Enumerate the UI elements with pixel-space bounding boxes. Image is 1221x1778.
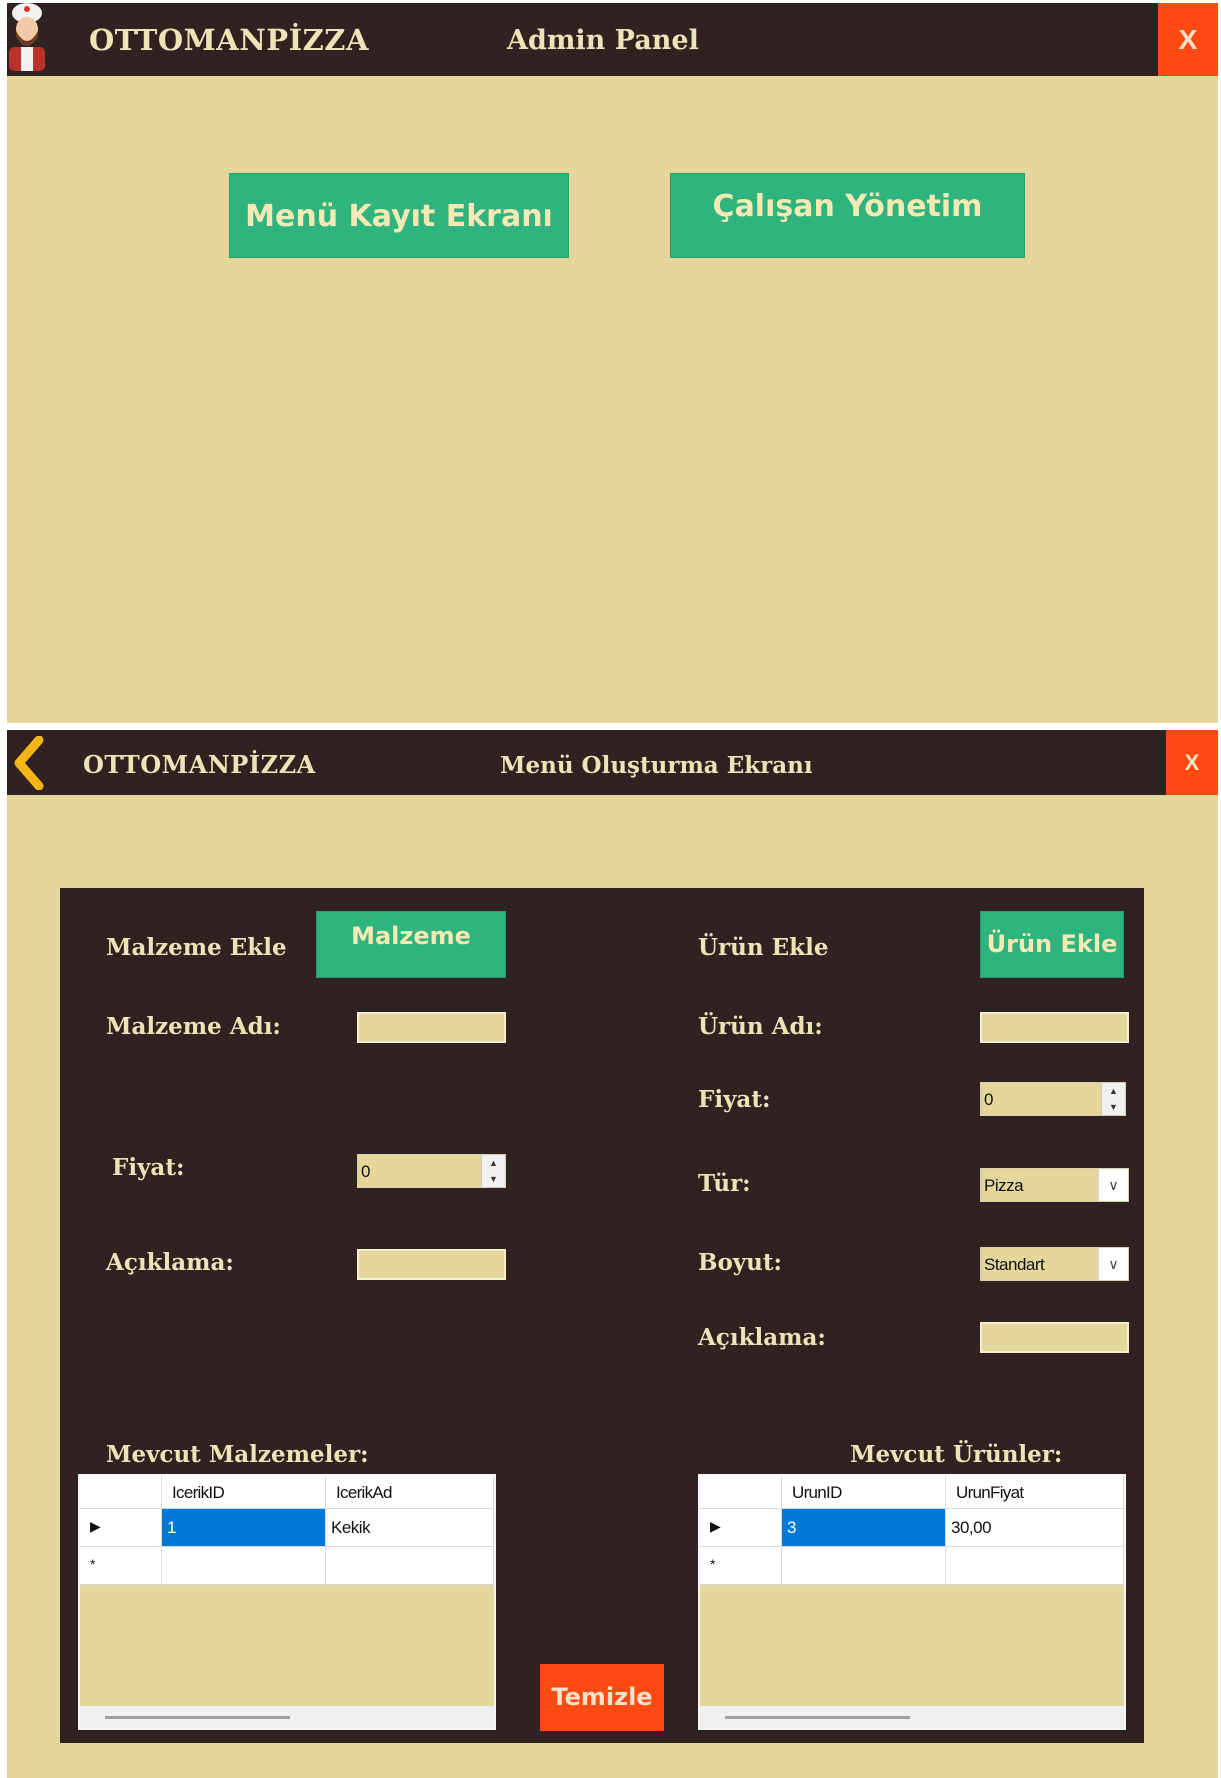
ingredient-grid[interactable]: IcerikID IcerikAd ▶ 1 Kekik * xyxy=(78,1474,496,1730)
clear-button[interactable]: Temizle xyxy=(540,1664,664,1731)
product-type-value: Pizza xyxy=(984,1176,1024,1195)
brand-title: OTTOMANPİZZA xyxy=(89,23,369,57)
column-header-icerikid[interactable]: IcerikID xyxy=(162,1476,326,1509)
product-price-stepper[interactable]: 0 ▲ ▼ xyxy=(980,1082,1126,1116)
employee-management-button[interactable]: Çalışan Yönetim xyxy=(670,173,1025,258)
menu-creation-window: OTTOMANPİZZA Menü Oluşturma Ekranı X Mal… xyxy=(7,730,1218,1778)
chevron-down-icon[interactable]: ∨ xyxy=(1098,1248,1128,1280)
product-type-select[interactable]: Pizza ∨ xyxy=(980,1168,1129,1202)
table-row[interactable]: 1 xyxy=(162,1509,326,1547)
ingredient-name-label: Malzeme Adı: xyxy=(106,1013,281,1040)
product-name-input[interactable] xyxy=(980,1012,1129,1043)
admin-panel-window: OTTOMANPİZZA Admin Panel X Menü Kayıt Ek… xyxy=(7,3,1218,723)
product-price-value: 0 xyxy=(984,1090,994,1109)
stepper-down-icon[interactable]: ▼ xyxy=(1102,1099,1125,1115)
close-button[interactable]: X xyxy=(1158,3,1218,76)
table-row[interactable]: 3 xyxy=(782,1509,946,1547)
scrollbar-thumb[interactable] xyxy=(725,1716,910,1719)
column-header-urunid[interactable]: UrunID xyxy=(782,1476,946,1509)
horizontal-scrollbar[interactable] xyxy=(80,1706,494,1728)
add-ingredient-button[interactable]: Malzeme xyxy=(316,911,506,978)
current-row-marker[interactable]: ▶ xyxy=(80,1509,162,1547)
window-title: Admin Panel xyxy=(507,25,699,56)
ingredient-price-value: 0 xyxy=(361,1162,371,1181)
stepper-arrows[interactable]: ▲ ▼ xyxy=(1101,1083,1125,1115)
table-row[interactable]: Kekik xyxy=(326,1509,494,1547)
horizontal-scrollbar[interactable] xyxy=(700,1706,1124,1728)
brand-title: OTTOMANPİZZA xyxy=(83,750,316,779)
product-section-label: Ürün Ekle xyxy=(698,934,829,961)
product-type-label: Tür: xyxy=(698,1170,751,1197)
stepper-up-icon[interactable]: ▲ xyxy=(1102,1083,1125,1099)
new-row-marker[interactable]: * xyxy=(80,1547,162,1585)
product-size-value: Standart xyxy=(984,1255,1045,1274)
product-desc-input[interactable] xyxy=(980,1322,1129,1353)
chevron-left-icon[interactable] xyxy=(9,736,49,790)
menu-record-button[interactable]: Menü Kayıt Ekranı xyxy=(229,173,569,258)
window-title: Menü Oluşturma Ekranı xyxy=(500,752,813,779)
stepper-up-icon[interactable]: ▲ xyxy=(482,1155,505,1171)
new-row-cell[interactable] xyxy=(162,1547,326,1585)
product-desc-label: Açıklama: xyxy=(698,1324,826,1351)
table-row[interactable]: 30,00 xyxy=(946,1509,1124,1547)
new-row-cell[interactable] xyxy=(946,1547,1124,1585)
grid-corner-header xyxy=(700,1476,782,1509)
ingredient-desc-input[interactable] xyxy=(357,1249,506,1280)
product-name-label: Ürün Adı: xyxy=(698,1013,823,1040)
new-row-cell[interactable] xyxy=(326,1547,494,1585)
ingredient-section-label: Malzeme Ekle xyxy=(106,934,287,961)
add-product-button[interactable]: Ürün Ekle xyxy=(980,911,1124,978)
scrollbar-thumb[interactable] xyxy=(105,1716,290,1719)
menu-form-panel: Malzeme Ekle Malzeme Malzeme Adı: Fiyat:… xyxy=(60,888,1144,1743)
admin-titlebar: OTTOMANPİZZA Admin Panel X xyxy=(7,3,1218,76)
new-row-cell[interactable] xyxy=(782,1547,946,1585)
column-header-icerikad[interactable]: IcerikAd xyxy=(326,1476,494,1509)
ingredient-price-label: Fiyat: xyxy=(112,1154,185,1181)
current-row-marker[interactable]: ▶ xyxy=(700,1509,782,1547)
product-list-label: Mevcut Ürünler: xyxy=(850,1441,1063,1468)
ingredient-price-stepper[interactable]: 0 ▲ ▼ xyxy=(357,1154,506,1188)
chef-avatar-icon xyxy=(9,3,45,71)
menu-titlebar: OTTOMANPİZZA Menü Oluşturma Ekranı X xyxy=(7,730,1218,795)
product-price-label: Fiyat: xyxy=(698,1086,771,1113)
product-size-select[interactable]: Standart ∨ xyxy=(980,1247,1129,1281)
stepper-arrows[interactable]: ▲ ▼ xyxy=(481,1155,505,1187)
ingredient-list-label: Mevcut Malzemeler: xyxy=(106,1441,369,1468)
close-button[interactable]: X xyxy=(1166,730,1218,795)
ingredient-desc-label: Açıklama: xyxy=(106,1249,234,1276)
chevron-down-icon[interactable]: ∨ xyxy=(1098,1169,1128,1201)
column-header-urunfiyat[interactable]: UrunFiyat xyxy=(946,1476,1124,1509)
grid-corner-header xyxy=(80,1476,162,1509)
product-size-label: Boyut: xyxy=(698,1249,782,1276)
new-row-marker[interactable]: * xyxy=(700,1547,782,1585)
product-grid[interactable]: UrunID UrunFiyat ▶ 3 30,00 * xyxy=(698,1474,1126,1730)
ingredient-name-input[interactable] xyxy=(357,1012,506,1043)
stepper-down-icon[interactable]: ▼ xyxy=(482,1171,505,1187)
